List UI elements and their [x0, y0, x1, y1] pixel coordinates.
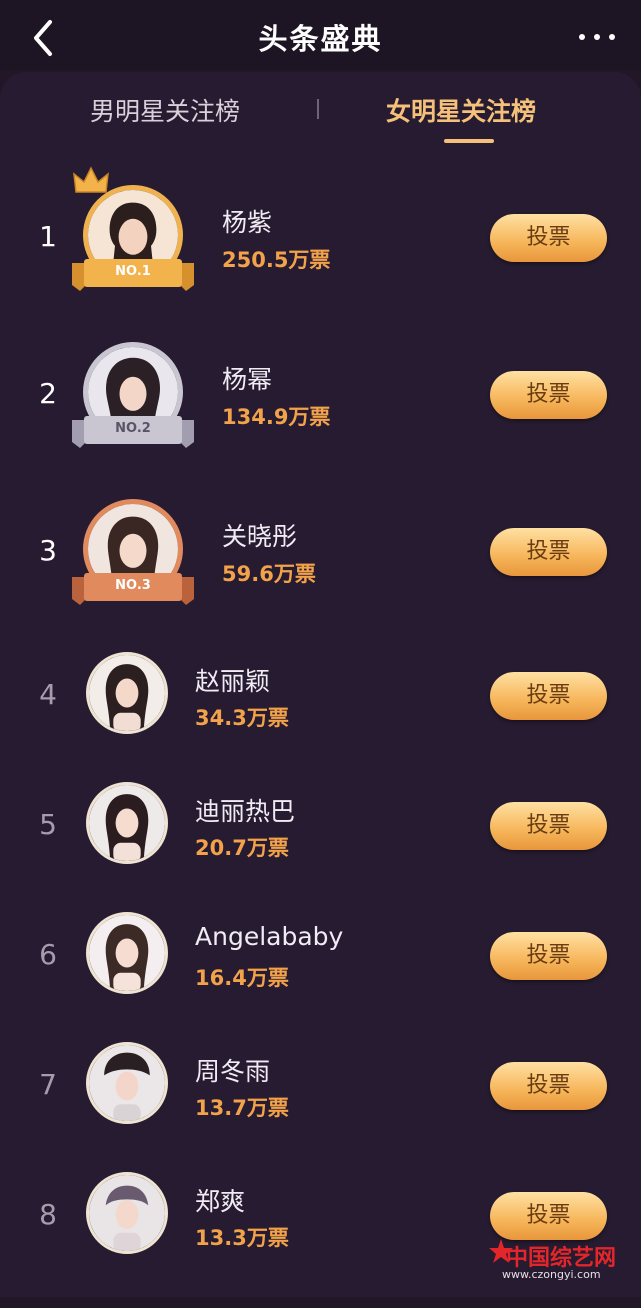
page-title: 头条盛典 — [258, 22, 383, 56]
rank-number: 5 — [39, 808, 57, 841]
vote-button[interactable]: 投票 — [490, 528, 607, 576]
rank-ribbon: NO.3 — [72, 569, 194, 609]
rank-number: 4 — [39, 678, 57, 711]
avatar — [86, 652, 168, 734]
vote-count: 250.5万票 — [222, 248, 331, 272]
watermark-logo: 中国综艺网 www.czongyi.com — [489, 1238, 632, 1286]
rank-ribbon: NO.1 — [72, 255, 194, 295]
vote-button[interactable]: 投票 — [490, 371, 607, 419]
star-name: 杨紫 — [222, 208, 273, 237]
rank-number: 6 — [39, 938, 57, 971]
star-name: 杨幂 — [222, 365, 273, 394]
tab-divider — [317, 99, 319, 119]
rank-number: 2 — [39, 377, 57, 410]
ranking-row[interactable]: 4 赵丽颖 34.3万票 投票 — [0, 648, 641, 788]
more-options-icon[interactable] — [577, 26, 617, 46]
rank-number: 8 — [39, 1198, 57, 1231]
avatar — [86, 912, 168, 994]
vote-count: 13.3万票 — [195, 1226, 289, 1250]
ranking-row[interactable]: 1 NO.1 杨紫 250.5万票 投票 — [0, 166, 641, 310]
ranking-row[interactable]: 2 NO.2 杨幂 134.9万票 投票 — [0, 327, 641, 467]
star-name: 关晓彤 — [222, 522, 298, 551]
ranking-row[interactable]: 3 NO.3 关晓彤 59.6万票 投票 — [0, 484, 641, 624]
crown-icon — [72, 166, 110, 196]
avatar — [86, 1172, 168, 1254]
vote-count: 16.4万票 — [195, 966, 289, 990]
vote-button[interactable]: 投票 — [490, 1062, 607, 1110]
rank-badge-label: NO.1 — [115, 264, 151, 279]
star-name: 周冬雨 — [195, 1057, 271, 1086]
ranking-row[interactable]: 7 周冬雨 13.7万票 投票 — [0, 1038, 641, 1178]
avatar — [86, 782, 168, 864]
vote-count: 134.9万票 — [222, 405, 331, 429]
rank-number: 3 — [39, 534, 57, 567]
vote-count: 20.7万票 — [195, 836, 289, 860]
rank-ribbon: NO.2 — [72, 412, 194, 452]
vote-button[interactable]: 投票 — [490, 672, 607, 720]
vote-count: 13.7万票 — [195, 1096, 289, 1120]
active-tab-indicator — [444, 139, 494, 143]
vote-button[interactable]: 投票 — [490, 1192, 607, 1240]
watermark-url: www.czongyi.com — [502, 1268, 601, 1281]
vote-count: 59.6万票 — [222, 562, 316, 586]
vote-button[interactable]: 投票 — [490, 932, 607, 980]
rank-badge-label: NO.3 — [115, 578, 151, 593]
tab-female-stars[interactable]: 女明星关注榜 — [386, 92, 536, 128]
star-name: 赵丽颖 — [195, 667, 271, 696]
vote-button[interactable]: 投票 — [490, 802, 607, 850]
rank-number: 1 — [39, 220, 57, 253]
star-name: 郑爽 — [195, 1187, 246, 1216]
ranking-row[interactable]: 6 Angelababy 16.4万票 投票 — [0, 908, 641, 1048]
tab-male-stars[interactable]: 男明星关注榜 — [90, 92, 240, 128]
star-name: 迪丽热巴 — [195, 797, 296, 826]
vote-count: 34.3万票 — [195, 706, 289, 730]
ranking-row[interactable]: 5 迪丽热巴 20.7万票 投票 — [0, 778, 641, 918]
vote-button[interactable]: 投票 — [490, 214, 607, 262]
rank-number: 7 — [39, 1068, 57, 1101]
avatar — [86, 1042, 168, 1124]
rank-badge-label: NO.2 — [115, 421, 151, 436]
star-name: Angelababy — [195, 922, 344, 951]
top-bar: 头条盛典 — [0, 0, 641, 70]
